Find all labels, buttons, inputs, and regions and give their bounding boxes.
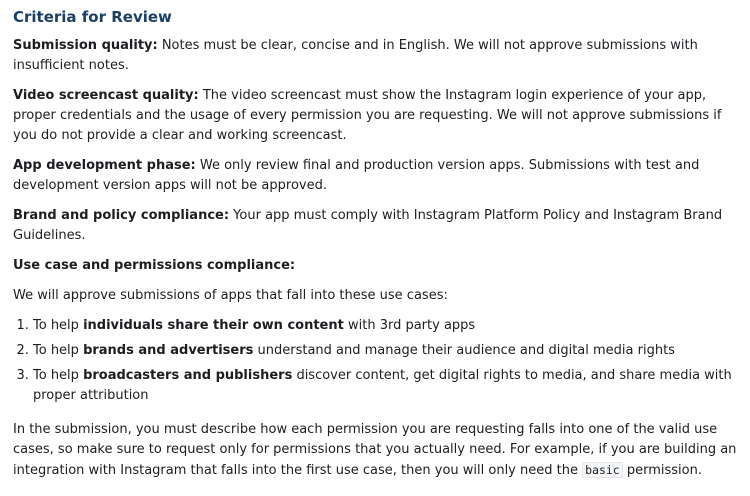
use-case-intro: We will approve submissions of apps that… [13, 288, 448, 303]
criterion-label: App development phase: [13, 158, 196, 173]
list-item: To help individuals share their own cont… [33, 316, 741, 336]
use-case-list: To help individuals share their own cont… [13, 316, 741, 406]
list-item-prefix: To help [33, 368, 84, 383]
criterion-label: Submission quality: [13, 38, 158, 53]
page-title: Criteria for Review [13, 8, 172, 26]
criterion-submission-quality: Submission quality: Notes must be clear,… [13, 36, 741, 76]
list-item: To help broadcasters and publishers disc… [33, 366, 741, 406]
review-criteria-document: Criteria for Review Submission quality: … [0, 0, 750, 496]
criterion-label: Video screencast quality: [13, 88, 199, 103]
list-item-prefix: To help [33, 343, 84, 358]
list-item-emphasis: broadcasters and publishers [83, 368, 293, 383]
list-item-suffix: with 3rd party apps [343, 318, 476, 333]
list-item-prefix: To help [33, 318, 84, 333]
basic-permission-code: basic [582, 462, 623, 478]
criterion-label: Brand and policy compliance: [13, 208, 230, 223]
list-item-suffix: understand and manage their audience and… [253, 343, 675, 358]
criterion-app-development-phase: App development phase: We only review fi… [13, 156, 741, 196]
closing-paragraph: In the submission, you must describe how… [13, 420, 741, 481]
use-case-heading: Use case and permissions compliance: [13, 258, 296, 273]
closing-text-end: permission. [622, 463, 702, 478]
list-item-emphasis: brands and advertisers [83, 343, 254, 358]
criterion-video-screencast-quality: Video screencast quality: The video scre… [13, 86, 741, 146]
list-item: To help brands and advertisers understan… [33, 341, 741, 361]
list-item-emphasis: individuals share their own content [83, 318, 344, 333]
criterion-brand-policy-compliance: Brand and policy compliance: Your app mu… [13, 206, 741, 246]
